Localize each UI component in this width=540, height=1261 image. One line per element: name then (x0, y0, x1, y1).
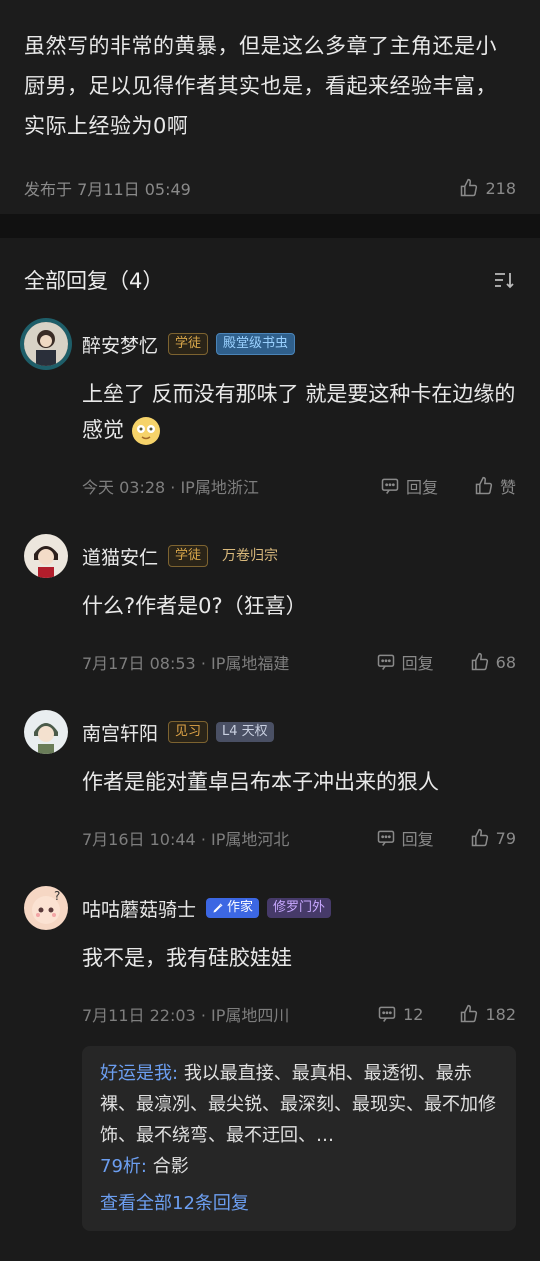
title-badge: 万卷归宗 (222, 548, 279, 564)
comment-item: ? 咕咕蘑菇骑士 作家 修罗门外 我不是，我有硅胶娃娃 7月11日 22:03 … (24, 886, 516, 1231)
comment-actions: 回复 79 (376, 826, 516, 850)
replies-header: 全部回复（4） (24, 238, 516, 322)
avatar[interactable] (24, 322, 68, 366)
reply-button[interactable]: 回复 (376, 650, 434, 674)
comment-time: 7月16日 10:44 · IP属地河北 (82, 830, 290, 849)
post-text: 虽然写的非常的黄暴，但是这么多章了主角还是小厨男，足以见得作者其实也是，看起来经… (24, 34, 497, 138)
thumb-up-icon (470, 828, 490, 848)
thumb-up-icon (470, 652, 490, 672)
comment-text: 我不是，我有硅胶娃娃 (82, 946, 292, 970)
avatar[interactable] (24, 534, 68, 578)
comment-meta: 7月11日 22:03 · IP属地四川 12 182 (82, 1002, 516, 1026)
thumb-up-icon (459, 178, 479, 198)
thumb-up-icon (474, 476, 494, 496)
comment-header: 道猫安仁 学徒 万卷归宗 (82, 534, 516, 578)
reply-button[interactable]: 回复 (380, 474, 438, 498)
comment-actions: 回复 赞 (380, 474, 516, 498)
like-button[interactable]: 79 (470, 828, 516, 848)
smile-emoji-icon (131, 416, 161, 446)
comment-time: 今天 03:28 · IP属地浙江 (82, 478, 259, 497)
like-button[interactable]: 182 (459, 1004, 516, 1024)
comment-actions: 回复 68 (376, 650, 516, 674)
comment-header: 咕咕蘑菇骑士 作家 修罗门外 (82, 886, 516, 930)
post-like-count: 218 (485, 178, 516, 198)
title-badge: 殿堂级书虫 (216, 333, 296, 355)
title-badge: L4 天权 (216, 722, 274, 742)
post-time: 发布于 7月11日 05:49 (24, 180, 191, 199)
sub-reply-author[interactable]: 好运是我: (100, 1063, 178, 1084)
comment-header: 醉安梦忆 学徒 殿堂级书虫 (82, 322, 516, 366)
comment-icon (377, 1004, 397, 1024)
view-all-replies-link[interactable]: 查看全部12条回复 (100, 1188, 498, 1219)
like-button[interactable]: 赞 (474, 474, 516, 498)
comment-item: 南宫轩阳 见习 L4 天权 作者是能对董卓吕布本子冲出来的狠人 7月16日 10… (24, 710, 516, 850)
sub-replies[interactable]: 好运是我: 我以最直接、最真相、最透彻、最赤裸、最凛冽、最尖锐、最深刻、最现实、… (82, 1046, 516, 1231)
comment-author[interactable]: 道猫安仁 (82, 543, 158, 570)
pen-icon (212, 902, 224, 914)
comment-icon (380, 476, 400, 496)
comment-author[interactable]: 咕咕蘑菇骑士 (82, 895, 196, 922)
comment-item: 道猫安仁 学徒 万卷归宗 什么?作者是0?（狂喜） 7月17日 08:53 · … (24, 534, 516, 674)
avatar[interactable]: ? (24, 886, 68, 930)
comment-text: 上垒了 反而没有那味了 就是要这种卡在边缘的感觉 (82, 376, 516, 448)
comment-time: 7月17日 08:53 · IP属地福建 (82, 654, 290, 673)
svg-text:?: ? (54, 889, 60, 903)
like-button[interactable]: 68 (470, 652, 516, 672)
post-like-button[interactable]: 218 (459, 178, 516, 198)
comment-author[interactable]: 南宫轩阳 (82, 719, 158, 746)
comment-actions: 12 182 (377, 1004, 516, 1024)
comment-author[interactable]: 醉安梦忆 (82, 331, 158, 358)
comment-meta: 7月17日 08:53 · IP属地福建 回复 68 (82, 650, 516, 674)
comment-meta: 今天 03:28 · IP属地浙江 回复 赞 (82, 474, 516, 498)
replies-title: 全部回复（4） (24, 269, 164, 293)
sort-icon[interactable] (492, 268, 516, 292)
comment-text: 什么?作者是0?（狂喜） (82, 594, 307, 618)
avatar[interactable] (24, 710, 68, 754)
level-badge: 学徒 (168, 545, 209, 567)
comment-header: 南宫轩阳 见习 L4 天权 (82, 710, 516, 754)
author-badge: 作家 (206, 898, 260, 918)
reply-button[interactable]: 12 (377, 1004, 423, 1024)
comment-meta: 7月16日 10:44 · IP属地河北 回复 79 (82, 826, 516, 850)
comment-icon (376, 652, 396, 672)
level-badge: 学徒 (168, 333, 209, 355)
sub-reply: 79析: 合影 (100, 1151, 498, 1182)
comment-item: 醉安梦忆 学徒 殿堂级书虫 上垒了 反而没有那味了 就是要这种卡在边缘的感觉 今… (24, 322, 516, 498)
title-badge: 修罗门外 (267, 898, 332, 918)
level-badge: 见习 (168, 721, 209, 743)
comment-text: 作者是能对董卓吕布本子冲出来的狠人 (82, 770, 439, 794)
thumb-up-icon (459, 1004, 479, 1024)
replies-section: 全部回复（4） 醉安梦忆 学徒 殿堂级书虫 上垒了 反而没有那味了 就是要这种卡… (0, 238, 540, 1261)
sub-reply: 好运是我: 我以最直接、最真相、最透彻、最赤裸、最凛冽、最尖锐、最深刻、最现实、… (100, 1058, 498, 1151)
comment-time: 7月11日 22:03 · IP属地四川 (82, 1006, 290, 1025)
comment-icon (376, 828, 396, 848)
post-card: 虽然写的非常的黄暴，但是这么多章了主角还是小厨男，足以见得作者其实也是，看起来经… (0, 0, 540, 214)
section-divider (0, 214, 540, 238)
reply-button[interactable]: 回复 (376, 826, 434, 850)
sub-reply-author[interactable]: 79析: (100, 1156, 147, 1177)
post-meta: 发布于 7月11日 05:49 218 (24, 176, 516, 200)
sub-reply-text: 合影 (152, 1156, 189, 1177)
